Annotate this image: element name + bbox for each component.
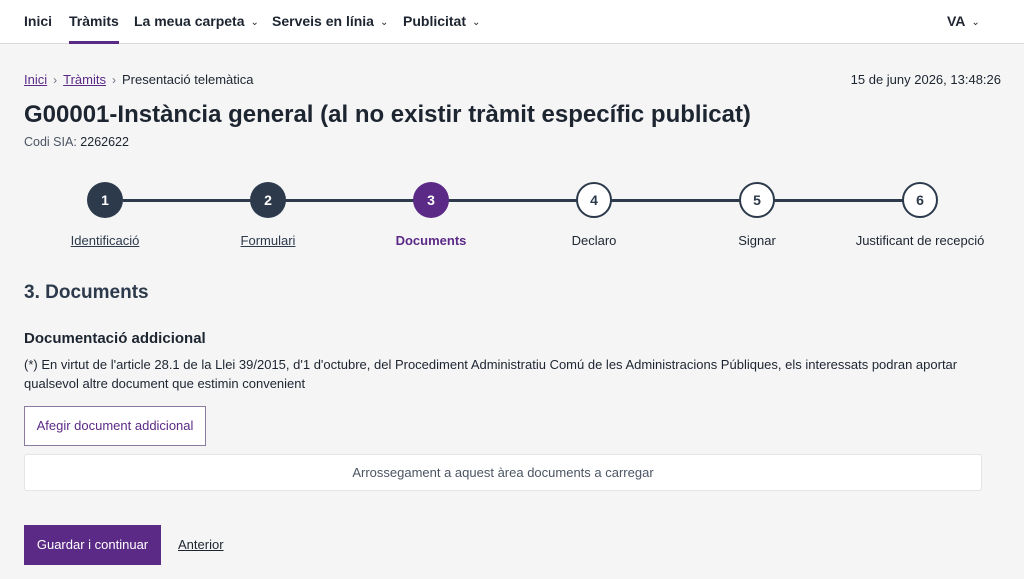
chevron-right-icon: › [111, 73, 116, 87]
sia-value: 2262622 [80, 135, 129, 149]
chevron-down-icon: ⌄ [472, 17, 481, 28]
chevron-right-icon: › [53, 73, 58, 87]
chevron-down-icon: ⌄ [250, 17, 259, 28]
nav-item-label: Publicitat [403, 13, 467, 29]
breadcrumb-current: Presentació telemàtica [121, 72, 254, 87]
add-document-button[interactable]: Afegir document addicional [24, 406, 206, 446]
nav-item-serveis-en-linia[interactable]: Serveis en línia ⌄ [272, 0, 388, 44]
current-datetime: 15 de juny 2026, 13:48:26 [850, 72, 1001, 87]
step-6-label: Justificant de recepció [855, 233, 985, 248]
save-continue-button[interactable]: Guardar i continuar [24, 525, 161, 565]
page-title: G00001-Instància general (al no existir … [24, 101, 751, 128]
step-6-circle: 6 [902, 182, 938, 218]
nav-item-la-meua-carpeta[interactable]: La meua carpeta ⌄ [134, 0, 259, 44]
additional-docs-title: Documentació addicional [24, 330, 206, 347]
section-title: 3. Documents [24, 282, 149, 303]
step-2-label[interactable]: Formulari [188, 233, 348, 248]
nav-item-inici[interactable]: Inici [24, 0, 52, 44]
step-4-circle: 4 [576, 182, 612, 218]
progress-stepper: 1 2 3 4 5 6 Identificació Formulari Docu… [24, 180, 1002, 260]
nav-item-label: Serveis en línia [272, 13, 374, 29]
sia-code: Codi SIA: 2262622 [24, 135, 129, 149]
step-1-label[interactable]: Identificació [25, 233, 185, 248]
breadcrumb-tramits[interactable]: Tràmits [63, 72, 106, 87]
step-4-label: Declaro [571, 233, 617, 248]
breadcrumb-inici[interactable]: Inici [24, 72, 47, 87]
legal-notice: (*) En virtut de l'article 28.1 de la Ll… [24, 357, 958, 391]
step-2-circle[interactable]: 2 [250, 182, 286, 218]
step-3-label: Documents [395, 233, 467, 248]
sia-label: Codi SIA: [24, 135, 77, 149]
step-5-circle: 5 [739, 182, 775, 218]
nav-item-publicitat[interactable]: Publicitat ⌄ [403, 0, 480, 44]
stepper-track [123, 199, 921, 202]
step-3-circle: 3 [413, 182, 449, 218]
chevron-down-icon: ⌄ [971, 17, 980, 28]
step-5-label: Signar [738, 233, 776, 248]
nav-item-label: La meua carpeta [134, 13, 245, 29]
step-1-circle[interactable]: 1 [87, 182, 123, 218]
nav-item-label: Tràmits [69, 13, 119, 29]
language-label: VA [947, 13, 966, 29]
document-dropzone[interactable]: Arrossegament a aquest àrea documents a … [24, 454, 982, 491]
back-link[interactable]: Anterior [178, 537, 224, 552]
nav-item-label: Inici [24, 13, 53, 29]
language-selector[interactable]: VA ⌄ [947, 0, 980, 44]
breadcrumb: Inici › Tràmits › Presentació telemàtica [24, 72, 254, 87]
chevron-down-icon: ⌄ [379, 17, 389, 28]
nav-item-tramits[interactable]: Tràmits [69, 0, 119, 44]
top-navigation: Inici Tràmits La meua carpeta ⌄ Serveis e… [0, 0, 1024, 44]
